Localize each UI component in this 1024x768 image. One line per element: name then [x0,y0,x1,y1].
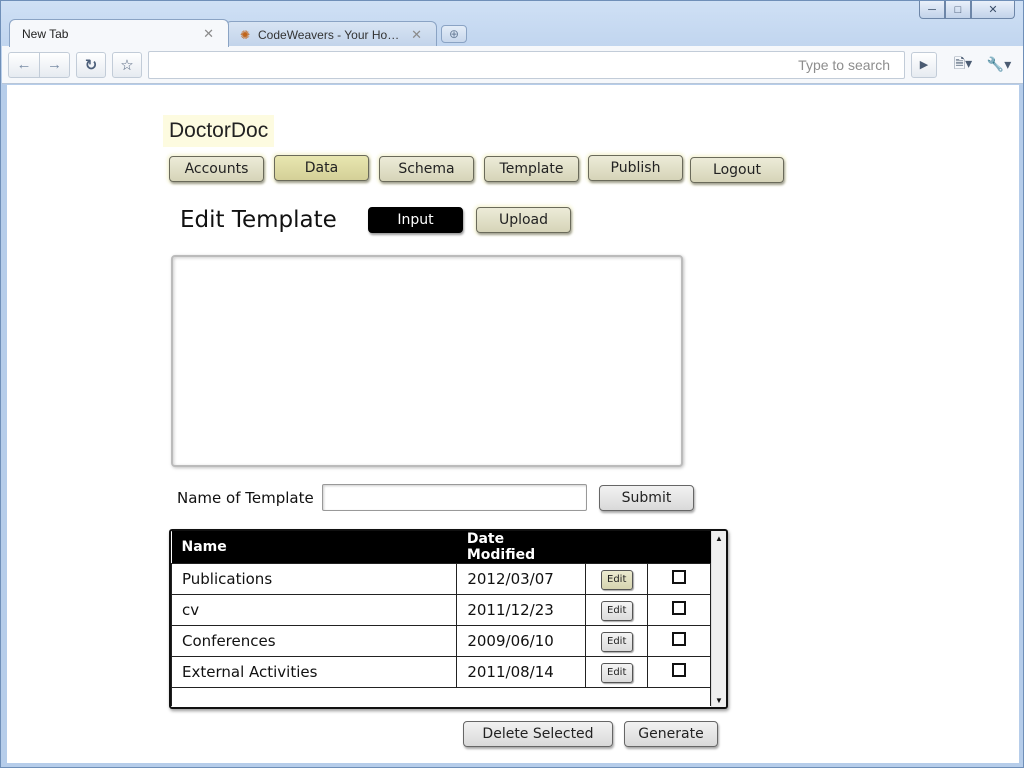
scroll-up-icon[interactable]: ▲ [712,531,726,545]
table-row: cv 2011/12/23 Edit [171,594,711,626]
row-date: 2011/08/14 [456,656,587,688]
edit-button[interactable]: Edit [600,631,633,652]
upload-mode-button[interactable]: Upload [476,207,571,233]
empty-row [171,687,711,706]
template-name-label: Name of Template [177,489,314,507]
row-name: External Activities [171,656,458,688]
page-heading: Edit Template [180,207,337,233]
tab-label: New Tab [22,26,69,41]
go-arrow-icon[interactable]: ▶ [911,51,937,78]
input-mode-button[interactable]: Input [368,207,463,233]
app-title: DoctorDoc [163,115,275,147]
template-name-input[interactable] [322,484,587,511]
forward-arrow-icon[interactable]: → [39,51,70,78]
edit-button[interactable]: Edit [600,600,633,621]
reload-icon[interactable]: ↻ [76,51,106,78]
row-date: 2012/03/07 [456,563,587,595]
wrench-icon[interactable]: 🔧▾ [981,52,1017,78]
table-row: External Activities 2011/08/14 Edit [171,656,711,688]
table-row: Conferences 2009/06/10 Edit [171,625,711,657]
plus-icon: ⊕ [448,27,460,41]
browser-toolbar: ← → ↻ ☆ ▶ 🗎▾ 🔧▾ [2,46,1023,84]
select-checkbox[interactable] [672,632,687,646]
nav-publish-button[interactable]: Publish [588,155,683,181]
row-date: 2011/12/23 [456,594,587,626]
submit-button[interactable]: Submit [599,485,694,511]
new-tab-button[interactable]: ⊕ [441,25,467,43]
select-checkbox[interactable] [672,601,687,615]
delete-selected-button[interactable]: Delete Selected [463,721,613,747]
table-header-row: Name Date Modified [171,531,711,564]
browser-window: ─ □ ✕ New Tab ✕ ✺ CodeWeavers - Your Hom… [0,0,1024,768]
star-icon[interactable]: ☆ [112,51,142,78]
close-tab-icon[interactable]: ✕ [203,26,214,42]
tab-codeweavers[interactable]: ✺ CodeWeavers - Your Home… ✕ [225,21,437,47]
column-header-select [647,531,711,564]
edit-button[interactable]: Edit [600,569,633,590]
column-header-date: Date Modified [456,531,586,564]
history-buttons: ← → [8,51,70,78]
row-name: Publications [171,563,458,595]
select-checkbox[interactable] [672,570,687,584]
page-viewport: DoctorDoc Accounts Data Schema Template … [7,85,1019,763]
nav-schema-button[interactable]: Schema [379,156,474,182]
tab-label: CodeWeavers - Your Home… [258,27,406,42]
column-header-edit [585,531,648,564]
nav-template-button[interactable]: Template [484,156,579,182]
address-bar[interactable] [148,50,905,79]
nav-data-button[interactable]: Data [274,155,369,181]
maximize-icon[interactable]: □ [945,1,971,19]
nav-logout-button[interactable]: Logout [690,157,784,183]
minimize-icon[interactable]: ─ [919,1,945,19]
window-controls: ─ □ ✕ [919,1,1015,19]
row-name: Conferences [171,625,458,657]
nav-accounts-button[interactable]: Accounts [169,156,264,182]
row-name: cv [171,594,458,626]
address-input[interactable] [149,52,898,77]
table-scrollbar[interactable]: ▲ ▼ [711,531,726,707]
back-arrow-icon[interactable]: ← [8,51,39,78]
select-checkbox[interactable] [672,663,687,677]
tab-strip: New Tab ✕ ✺ CodeWeavers - Your Home… ✕ ⊕ [9,17,467,47]
template-text-area[interactable] [171,255,683,467]
scroll-down-icon[interactable]: ▼ [712,693,726,707]
table-row: Publications 2012/03/07 Edit [171,563,711,595]
close-window-icon[interactable]: ✕ [971,1,1015,19]
row-date: 2009/06/10 [456,625,587,657]
page-menu-icon[interactable]: 🗎▾ [945,52,981,78]
close-tab-icon[interactable]: ✕ [411,27,422,43]
tab-new-tab[interactable]: New Tab ✕ [9,19,229,47]
codeweavers-favicon-icon: ✺ [239,27,251,42]
column-header-name: Name [171,531,457,564]
templates-table: Name Date Modified Publications 2012/03/… [169,529,728,709]
generate-button[interactable]: Generate [624,721,718,747]
edit-button[interactable]: Edit [600,662,633,683]
